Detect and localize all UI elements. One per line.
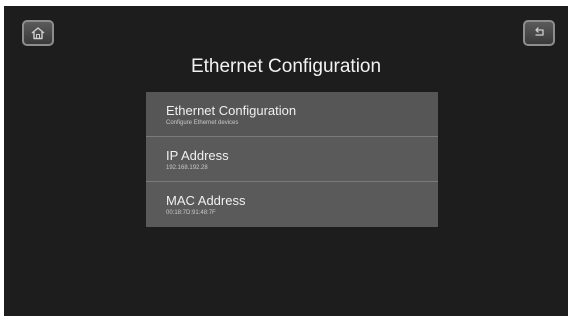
menu-item-title: MAC Address	[166, 193, 246, 208]
device-screen: Ethernet Configuration Ethernet Configur…	[4, 6, 568, 316]
menu-item-ethernet-configuration[interactable]: Ethernet Configuration Configure Etherne…	[146, 92, 438, 137]
back-arrow-icon	[535, 27, 544, 36]
home-icon	[31, 27, 45, 40]
back-button[interactable]	[523, 20, 555, 46]
home-button[interactable]	[22, 20, 54, 46]
menu-item-subtitle: Configure Ethernet devices	[166, 120, 239, 126]
menu-item-title: Ethernet Configuration	[166, 103, 297, 118]
page-title: Ethernet Configuration	[190, 56, 382, 77]
menu-item-mac-address[interactable]: MAC Address 00:18:7D:91:48:7F	[146, 182, 438, 227]
menu-item-title: IP Address	[166, 148, 229, 163]
settings-menu: Ethernet Configuration Configure Etherne…	[146, 92, 438, 227]
menu-item-ip-address[interactable]: IP Address 192.168.192.28	[146, 137, 438, 182]
menu-item-subtitle: 192.168.192.28	[166, 165, 208, 171]
menu-item-subtitle: 00:18:7D:91:48:7F	[166, 210, 216, 216]
